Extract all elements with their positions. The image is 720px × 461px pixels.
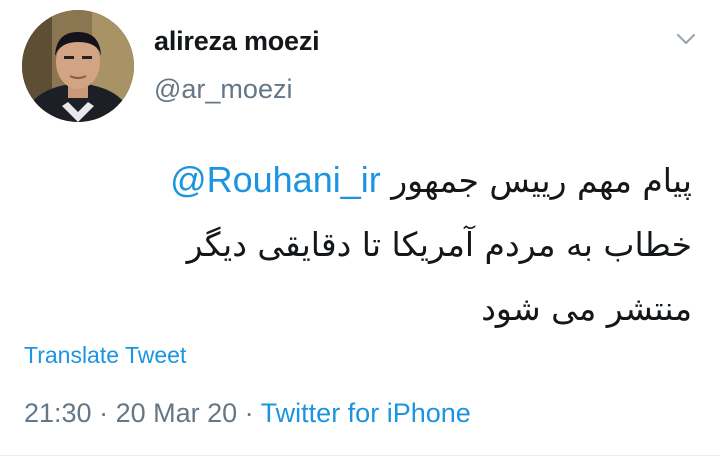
meta-separator: · [237,398,261,428]
tweet-date[interactable]: 20 Mar 20 [116,398,238,428]
tweet-line-1-text: پیام مهم رییس جمهور [391,161,692,200]
tweet-line-3: منتشر می شود [481,289,692,328]
tweet-line-1: پیام مهم رییس جمهور @Rouhani_ir [52,148,692,213]
avatar-image [22,10,134,122]
divider [0,455,720,456]
user-handle[interactable]: @ar_moezi [154,74,292,105]
tweet-meta: 21:30 · 20 Mar 20 · Twitter for iPhone [24,398,471,429]
avatar[interactable] [22,10,134,122]
mention-link[interactable]: @Rouhani_ir [170,159,381,200]
tweet-source-link[interactable]: Twitter for iPhone [261,398,471,428]
tweet-line-2: خطاب به مردم آمریکا تا دقایقی دیگر [186,225,692,264]
translate-tweet-link[interactable]: Translate Tweet [24,342,186,369]
display-name[interactable]: alireza moezi [154,26,320,57]
tweet-text: پیام مهم رییس جمهور @Rouhani_ir خطاب به … [52,148,692,341]
chevron-down-icon[interactable] [672,28,700,50]
meta-separator: · [91,398,116,428]
tweet-time[interactable]: 21:30 [24,398,92,428]
